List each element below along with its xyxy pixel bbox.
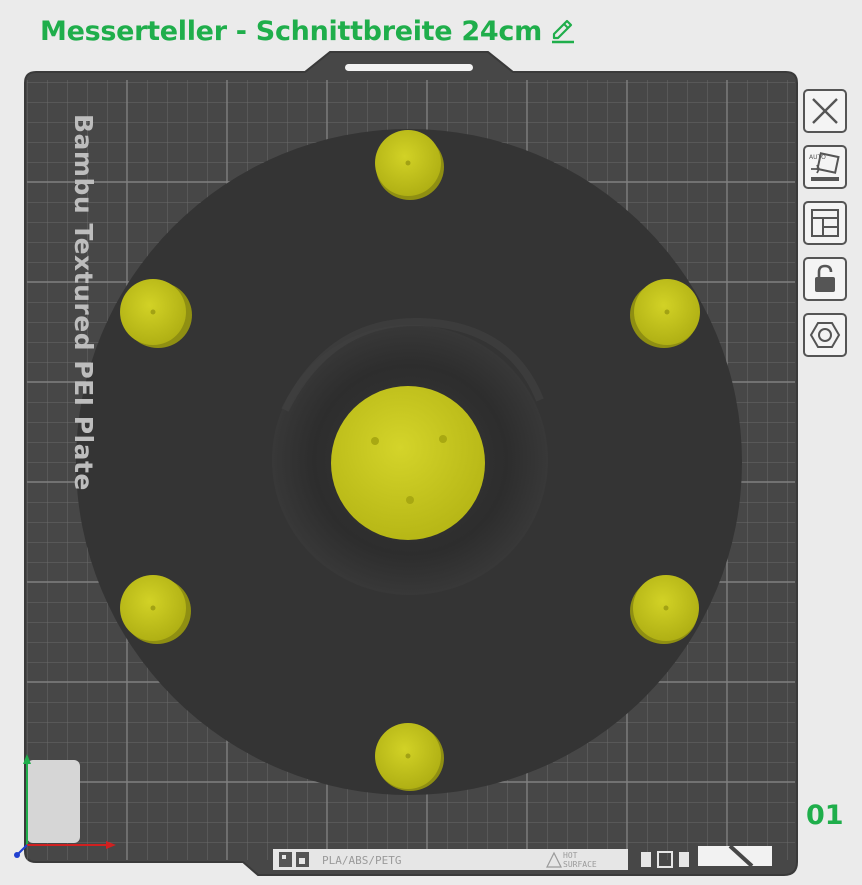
- lock-button[interactable]: [803, 257, 847, 301]
- plate-settings-button[interactable]: [803, 313, 847, 357]
- build-plate-viewport[interactable]: PLA/ABS/PETG HOT SURFACE: [0, 0, 862, 885]
- surface-tag: SURFACE: [563, 860, 597, 869]
- plate-label: Bambu Textured PEI Plate: [69, 114, 98, 491]
- plate-number: 01: [806, 800, 844, 831]
- svg-text:AUTO: AUTO: [809, 154, 826, 161]
- auto-orient-icon: AUTO: [809, 152, 840, 181]
- material-tag: PLA/ABS/PETG: [322, 854, 401, 867]
- hot-tag: HOT: [563, 851, 578, 860]
- plate-toolbar: AUTO: [803, 89, 850, 357]
- plate-handle: [345, 64, 473, 71]
- auto-orient-button[interactable]: AUTO: [803, 145, 847, 189]
- arrange-layout-icon: [811, 209, 839, 237]
- close-plate-button[interactable]: [803, 89, 847, 133]
- hexagon-nut-icon: [809, 322, 841, 348]
- unlock-icon: [815, 264, 835, 292]
- arrange-button[interactable]: [803, 201, 847, 245]
- close-icon: [812, 98, 838, 124]
- origin-tile: [27, 760, 80, 843]
- center-hub[interactable]: [331, 386, 485, 540]
